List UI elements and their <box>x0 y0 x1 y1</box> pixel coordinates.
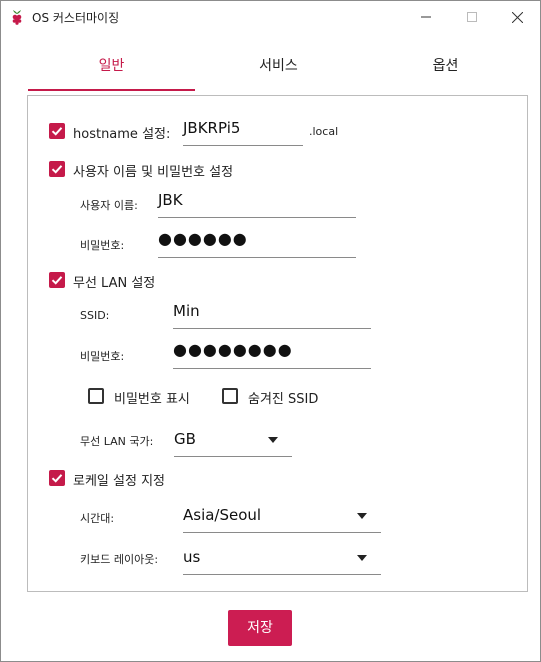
username-input[interactable]: JBK <box>158 187 356 218</box>
check-icon <box>51 127 63 136</box>
locale-label: 로케일 설정 지정 <box>73 474 165 489</box>
wlan-password-input[interactable]: ●●●●●●●● <box>173 338 371 369</box>
keyboard-layout-value: us <box>183 548 201 566</box>
ssid-label: SSID: <box>80 309 110 322</box>
hostname-label: hostname 설정: <box>73 127 171 142</box>
username-value: JBK <box>158 191 183 209</box>
tab-bar: 일반 서비스 옵션 <box>28 47 529 91</box>
tab-general[interactable]: 일반 <box>28 47 195 91</box>
ssid-value: Min <box>173 302 200 320</box>
minimize-button[interactable] <box>403 1 449 33</box>
minimize-icon <box>421 16 431 18</box>
timezone-label: 시간대: <box>80 512 115 525</box>
hostname-value: JBKRPi5 <box>183 119 241 137</box>
title-bar: OS 커스터마이징 <box>1 1 540 33</box>
wlan-password-label: 비밀번호: <box>80 350 125 363</box>
ssid-input[interactable]: Min <box>173 298 371 329</box>
show-password-checkbox[interactable] <box>88 388 104 404</box>
user-password-value: ●●●●●● <box>158 229 248 248</box>
hostname-suffix: .local <box>309 125 339 138</box>
close-button[interactable] <box>494 1 540 33</box>
wlan-country-label: 무선 LAN 국가: <box>80 435 154 448</box>
keyboard-layout-label: 키보드 레이아웃: <box>80 553 159 566</box>
chevron-down-icon <box>268 437 278 443</box>
maximize-icon <box>467 12 477 22</box>
user-settings-checkbox[interactable] <box>49 161 65 177</box>
user-password-label: 비밀번호: <box>80 239 125 252</box>
tab-options[interactable]: 옵션 <box>362 47 529 91</box>
hidden-ssid-checkbox[interactable] <box>222 388 238 404</box>
timezone-value: Asia/Seoul <box>183 506 262 524</box>
general-settings-panel: hostname 설정: JBKRPi5 .local 사용자 이름 및 비밀번… <box>27 95 528 592</box>
keyboard-layout-select[interactable]: us <box>183 544 381 575</box>
hostname-checkbox[interactable] <box>49 123 65 139</box>
maximize-button[interactable] <box>449 1 495 33</box>
check-icon <box>51 474 63 483</box>
user-password-input[interactable]: ●●●●●● <box>158 227 356 258</box>
hostname-input[interactable]: JBKRPi5 <box>183 115 303 146</box>
close-icon <box>511 11 523 23</box>
check-icon <box>51 276 63 285</box>
raspberry-icon <box>10 9 24 25</box>
wlan-country-value: GB <box>174 430 196 448</box>
timezone-select[interactable]: Asia/Seoul <box>183 502 381 533</box>
save-button[interactable]: 저장 <box>228 610 292 646</box>
wlan-label: 무선 LAN 설정 <box>73 276 156 291</box>
wlan-country-select[interactable]: GB <box>174 426 292 457</box>
locale-checkbox[interactable] <box>49 470 65 486</box>
wlan-password-value: ●●●●●●●● <box>173 340 293 359</box>
tab-services[interactable]: 서비스 <box>195 47 362 91</box>
show-password-label: 비밀번호 표시 <box>114 392 190 407</box>
wlan-checkbox[interactable] <box>49 272 65 288</box>
window-title: OS 커스터마이징 <box>32 11 120 25</box>
hidden-ssid-label: 숨겨진 SSID <box>248 392 319 407</box>
check-icon <box>51 165 63 174</box>
username-label: 사용자 이름: <box>80 199 138 212</box>
customization-window: OS 커스터마이징 일반 서비스 옵션 hostname 설정: JBKRPi5… <box>0 0 541 662</box>
user-settings-label: 사용자 이름 및 비밀번호 설정 <box>73 165 234 180</box>
chevron-down-icon <box>357 555 367 561</box>
chevron-down-icon <box>357 513 367 519</box>
